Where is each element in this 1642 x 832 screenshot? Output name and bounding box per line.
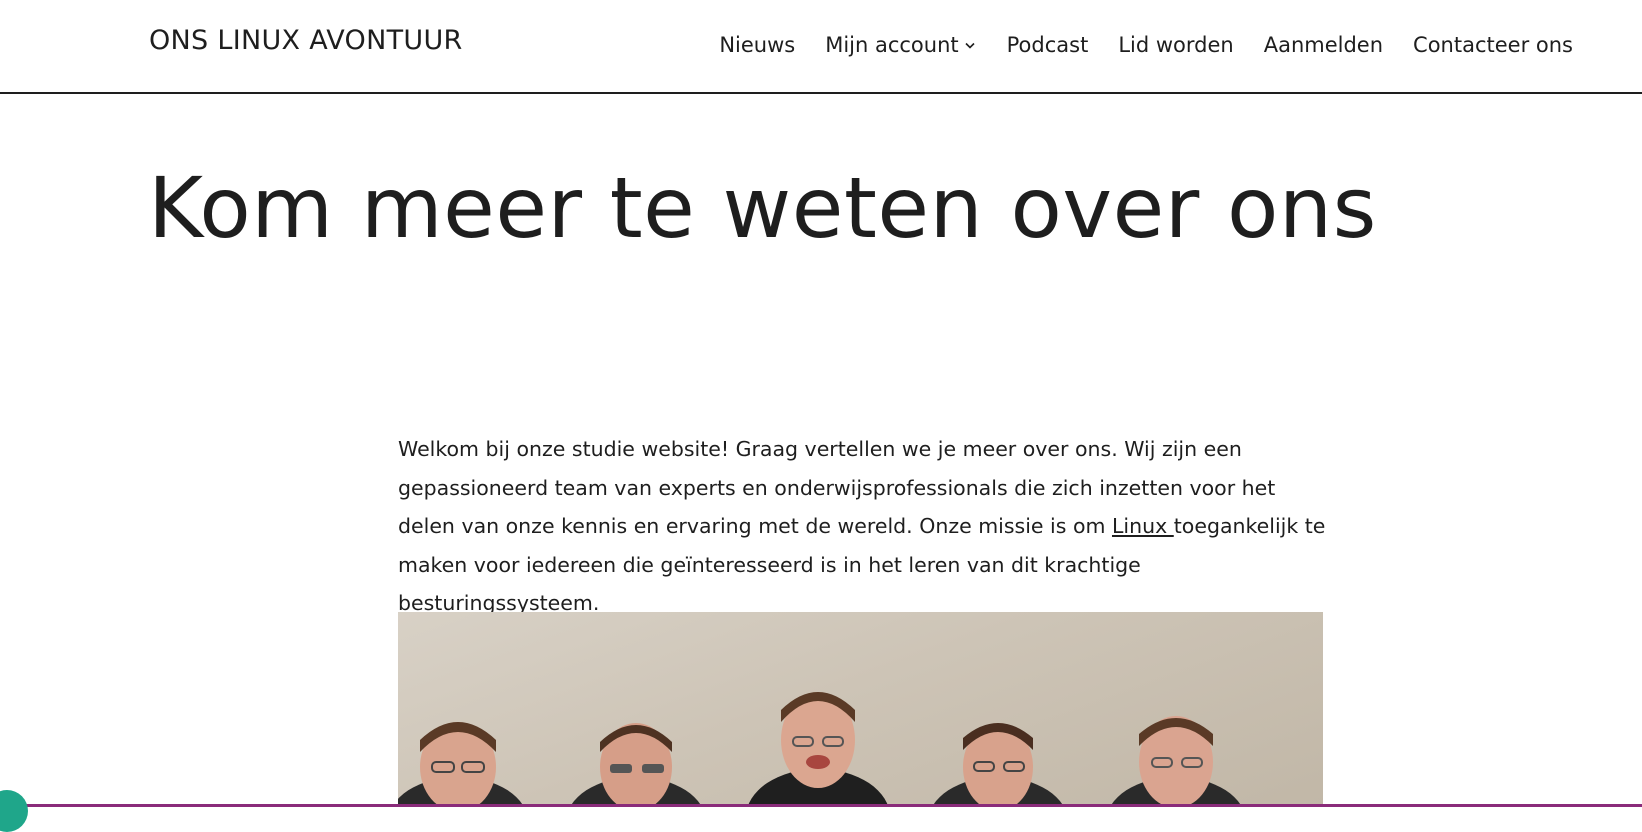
nav-item-lid-worden[interactable]: Lid worden [1118,33,1233,57]
nav-item-aanmelden[interactable]: Aanmelden [1264,33,1383,57]
team-photo-illustration [398,692,1242,807]
person-1 [398,722,524,807]
nav-item-nieuws[interactable]: Nieuws [719,33,795,57]
team-photo [398,612,1323,807]
nav-item-mijn-account-label: Mijn account [825,33,959,57]
chevron-down-icon [965,42,975,49]
person-3 [747,692,889,807]
chat-widget-button[interactable] [0,790,28,832]
site-header: ONS LINUX AVONTUUR Nieuws Mijn account P… [0,0,1642,94]
person-2 [570,723,702,807]
person-5 [1110,716,1242,807]
nav-item-contacteer-ons[interactable]: Contacteer ons [1413,33,1573,57]
intro-paragraph: Welkom bij onze studie website! Graag ve… [398,430,1328,623]
nav-item-mijn-account[interactable]: Mijn account [825,33,976,57]
nav-item-podcast[interactable]: Podcast [1007,33,1089,57]
page-title: Kom meer te weten over ons [148,159,1377,257]
main-navigation: Nieuws Mijn account Podcast Lid worden A… [719,28,1573,62]
site-title[interactable]: ONS LINUX AVONTUUR [149,25,463,56]
linux-link[interactable]: Linux [1112,514,1174,538]
person-4 [932,723,1064,807]
